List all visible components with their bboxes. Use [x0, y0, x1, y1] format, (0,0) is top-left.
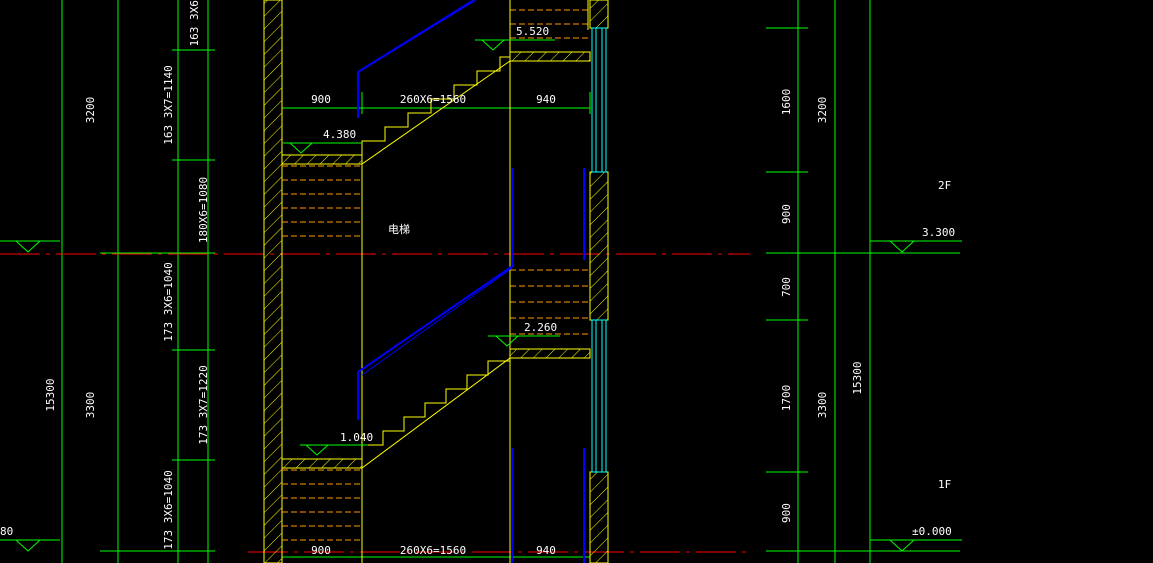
- bottom-dim-middle: 260X6=1560: [400, 544, 466, 557]
- right-floor-dim-upper: 3200: [816, 97, 829, 124]
- landing-level-3: 2.260: [524, 321, 557, 334]
- right-small-dim-5: 900: [780, 503, 793, 523]
- left-total-dim: 15300: [44, 378, 57, 411]
- left-floor-dim-upper: 3200: [84, 97, 97, 124]
- upper-stair-flight: [361, 56, 511, 165]
- right-small-dim-3: 700: [780, 277, 793, 297]
- right-total-dim: 15300: [851, 361, 864, 394]
- floor-name-1f: 1F: [938, 478, 951, 491]
- room-label: 电梯: [388, 223, 410, 236]
- left-wall: [263, 0, 283, 563]
- landing-level-4: 1.040: [340, 431, 373, 444]
- left-floor-dim-lower: 3300: [84, 392, 97, 419]
- elevation-tread-edges: [361, 0, 589, 563]
- left-stair-dim-6: 173 3X6=1040: [162, 470, 175, 549]
- right-small-dim-2: 900: [780, 204, 793, 224]
- stair-section-drawing: 15300 3200 3300 163 3X6= 163 3X7=1140 18…: [0, 0, 962, 563]
- left-stair-dim-5: 173 3X7=1220: [197, 365, 210, 444]
- right-small-dim-4: 1700: [780, 385, 793, 412]
- right-small-dim-1: 1600: [780, 89, 793, 116]
- landing-level-1: 5.520: [516, 25, 549, 38]
- top-dim-left: 900: [311, 93, 331, 106]
- left-stair-dim-1: 163 3X6=: [188, 0, 201, 46]
- left-level-fragment: 80: [0, 525, 13, 538]
- landing-level-2: 4.380: [323, 128, 356, 141]
- left-stair-dim-4: 173 3X6=1040: [162, 262, 175, 341]
- bottom-dim-left: 900: [311, 544, 331, 557]
- lower-stair-flight: [361, 349, 511, 469]
- floor-level-upper: 3.300: [922, 226, 955, 239]
- floor-level-ground: ±0.000: [912, 525, 952, 538]
- bottom-dim-right: 940: [536, 544, 556, 557]
- handrails: [357, 0, 585, 563]
- right-wall: [589, 0, 609, 563]
- axis-lines: [0, 253, 750, 553]
- top-dim-middle: 260X6=1560: [400, 93, 466, 106]
- left-stair-dim-2: 163 3X7=1140: [162, 65, 175, 144]
- top-dim-right: 940: [536, 93, 556, 106]
- left-stair-dim-3: 180X6=1080: [197, 177, 210, 243]
- floor-name-2f: 2F: [938, 179, 951, 192]
- right-floor-dim-lower: 3300: [816, 392, 829, 419]
- landings: [281, 51, 591, 469]
